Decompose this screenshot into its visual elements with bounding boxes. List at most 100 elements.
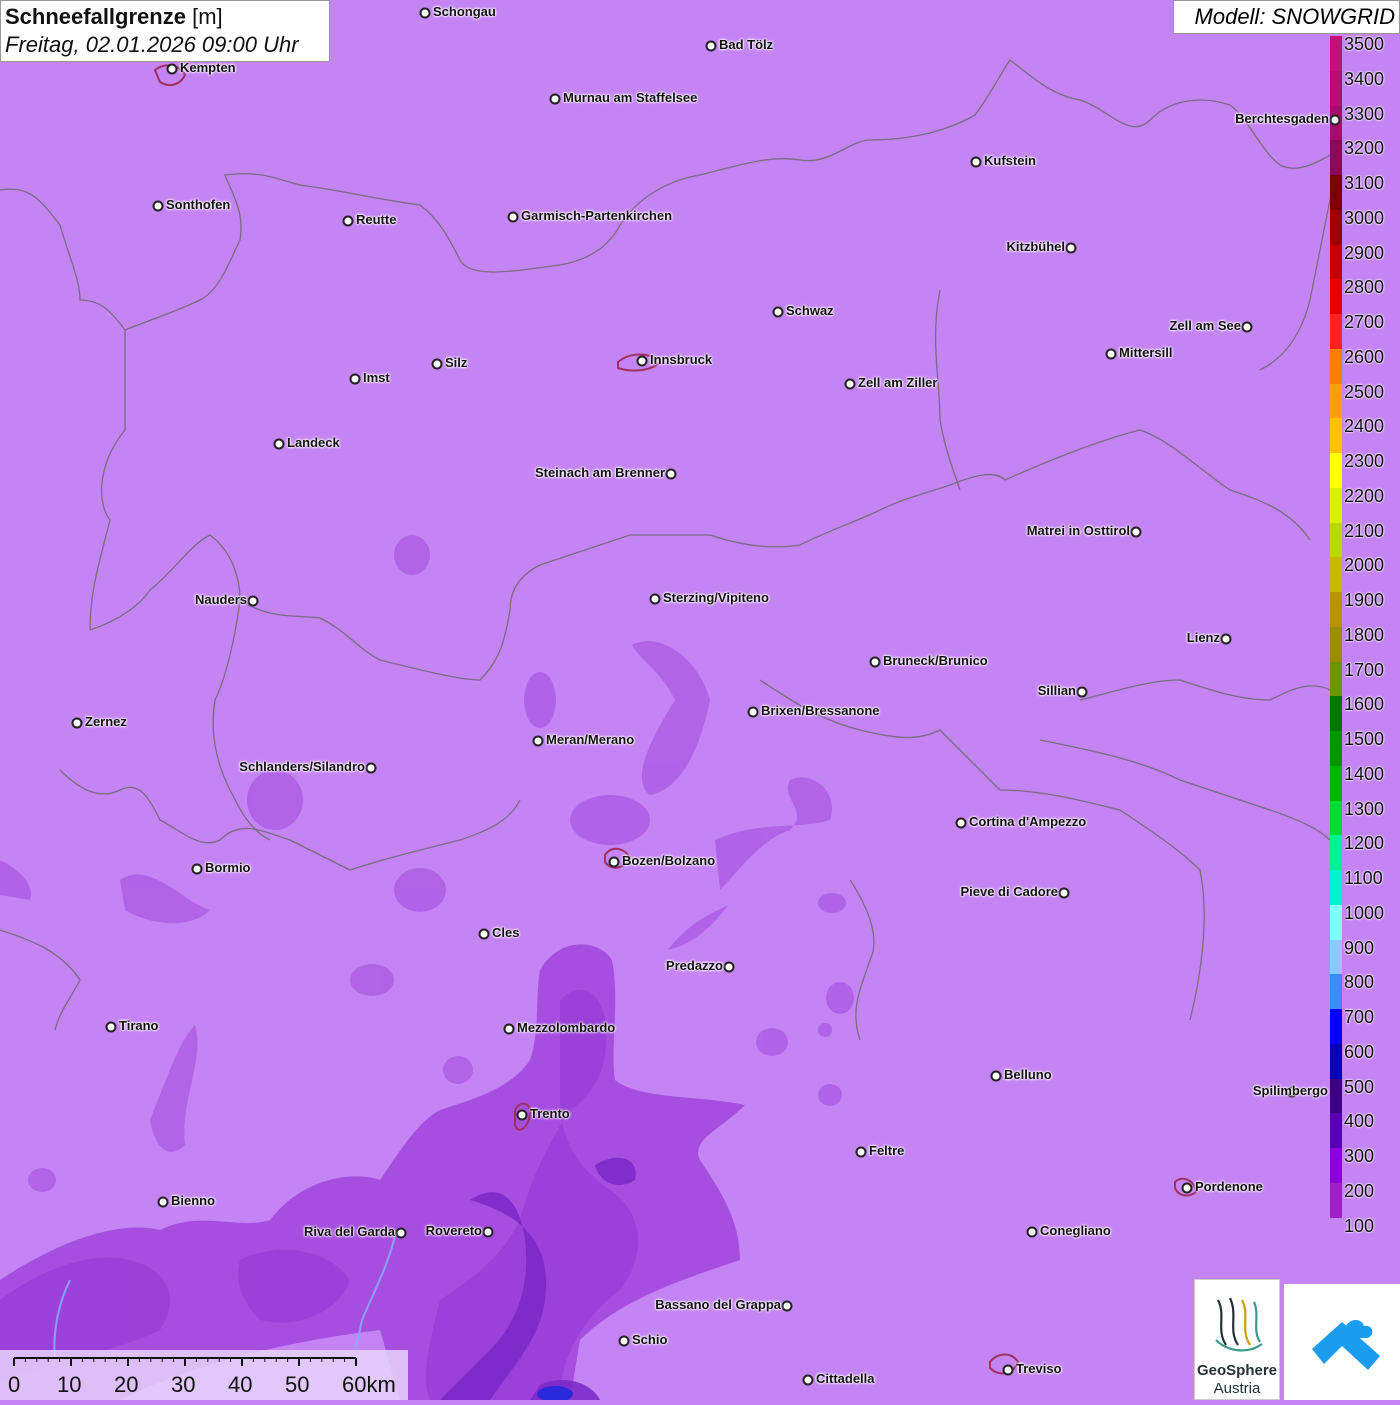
city-marker-reutte [342, 215, 354, 227]
city-marker-trento [516, 1109, 528, 1121]
legend-label: 3100 [1344, 173, 1385, 193]
city-label-cles: Cles [492, 925, 520, 940]
legend-swatch [1330, 974, 1342, 1010]
map-datetime: Freitag, 02.01.2026 09:00 Uhr [5, 32, 299, 57]
legend-swatch [1330, 870, 1342, 906]
city-label-zell-am-see: Zell am See [1169, 318, 1241, 333]
city-label-reutte: Reutte [356, 212, 397, 227]
city-marker-zernez [71, 717, 83, 729]
scale-label: 50 [285, 1372, 310, 1397]
city-marker-kempten [166, 63, 178, 75]
city-label-sterzing-vipiteno: Sterzing/Vipiteno [663, 590, 769, 605]
city-marker-cortina-d-ampezzo [955, 817, 967, 829]
legend-label: 2500 [1344, 381, 1385, 402]
title-text: Schneefallgrenze [5, 4, 186, 29]
legend-swatch [1330, 592, 1342, 628]
city-label-zernez: Zernez [85, 714, 127, 729]
legend-swatch [1330, 453, 1342, 489]
city-label-trento: Trento [530, 1106, 570, 1121]
legend-label: 1000 [1344, 902, 1385, 923]
city-label-garmisch-partenkirchen: Garmisch-Partenkirchen [521, 208, 673, 223]
legend-swatch [1330, 626, 1342, 663]
city-marker-silz [431, 358, 443, 370]
legend-swatch [1330, 731, 1342, 767]
legend-label: 100 [1344, 1215, 1375, 1236]
legend-swatch [1330, 140, 1342, 176]
legend-label: 800 [1344, 972, 1375, 993]
legend-label: 1900 [1344, 590, 1385, 610]
city-label-sillian: Sillian [1037, 683, 1076, 698]
city-label-bienno: Bienno [171, 1193, 216, 1208]
geosphere-emblem-icon [1215, 1297, 1263, 1352]
city-marker-predazzo [723, 961, 735, 973]
legend-label: 3200 [1344, 138, 1385, 159]
legend-label: 3400 [1344, 68, 1385, 89]
legend-label: 200 [1344, 1180, 1375, 1201]
city-marker-schwaz [772, 306, 784, 318]
city-label-innsbruck: Innsbruck [650, 352, 713, 367]
scale-label: 20 [114, 1372, 139, 1397]
legend-swatch [1330, 800, 1342, 837]
city-marker-murnau-am-staffelsee [549, 93, 561, 105]
city-marker-meran-merano [532, 735, 544, 747]
city-label-landeck: Landeck [287, 435, 340, 450]
legend-label: 700 [1344, 1007, 1375, 1027]
city-label-bad-t-lz: Bad Tölz [719, 37, 774, 52]
title-unit: [m] [192, 4, 223, 29]
city-label-schlanders-silandro: Schlanders/Silandro [239, 759, 365, 774]
city-label-conegliano: Conegliano [1040, 1223, 1111, 1238]
city-marker-riva-del-garda [395, 1227, 407, 1239]
city-label-steinach-am-brenner: Steinach am Brenner [534, 465, 665, 480]
city-marker-bienno [157, 1196, 169, 1208]
geosphere-name: GeoSphere [1196, 1362, 1278, 1379]
city-label-bassano-del-grappa: Bassano del Grappa [655, 1297, 781, 1312]
city-marker-tirano [105, 1021, 117, 1033]
city-label-mittersill: Mittersill [1119, 345, 1173, 360]
city-label-berchtesgaden: Berchtesgaden [1235, 111, 1329, 126]
legend-swatch [1330, 348, 1342, 385]
city-label-tirano: Tirano [119, 1018, 159, 1033]
legend-label: 2300 [1344, 451, 1385, 471]
legend-swatch [1330, 36, 1342, 72]
city-marker-zell-am-see [1241, 321, 1253, 333]
city-marker-schio [618, 1335, 630, 1347]
city-marker-bormio [191, 863, 203, 875]
legend-label: 2800 [1344, 277, 1385, 298]
legend-label: 1700 [1344, 659, 1385, 680]
city-marker-brixen-bressanone [747, 706, 759, 718]
legend-swatch [1330, 487, 1342, 524]
legend-swatch [1330, 1009, 1342, 1045]
city-label-schongau: Schongau [433, 4, 496, 19]
city-label-kufstein: Kufstein [984, 153, 1036, 168]
city-label-bozen-bolzano: Bozen/Bolzano [622, 853, 716, 868]
legend-swatch [1330, 904, 1342, 941]
legend-label: 1500 [1344, 729, 1385, 749]
scale-label: 10 [57, 1372, 82, 1397]
legend-swatch [1330, 522, 1342, 559]
city-label-nauders: Nauders [194, 592, 247, 607]
legend-swatch [1330, 1113, 1342, 1149]
legend-label: 2700 [1344, 312, 1385, 332]
legend-label: 2200 [1344, 485, 1385, 506]
city-label-silz: Silz [445, 355, 468, 370]
city-marker-nauders [247, 595, 259, 607]
city-marker-treviso [1002, 1364, 1014, 1376]
legend-label: 1800 [1344, 624, 1385, 645]
legend-label: 1100 [1344, 868, 1383, 888]
map-title: Schneefallgrenze [m] [5, 3, 325, 31]
legend-swatch [1330, 209, 1342, 246]
legend-label: 3300 [1344, 103, 1385, 124]
city-marker-zell-am-ziller [844, 378, 856, 390]
city-marker-schlanders-silandro [365, 762, 377, 774]
legend-swatch [1330, 1217, 1342, 1254]
city-marker-lienz [1220, 633, 1232, 645]
city-marker-sterzing-vipiteno [649, 593, 661, 605]
city-marker-conegliano [1026, 1226, 1038, 1238]
city-label-murnau-am-staffelsee: Murnau am Staffelsee [563, 90, 698, 105]
legend-label: 3500 [1344, 34, 1385, 54]
city-label-kempten: Kempten [180, 60, 236, 75]
city-marker-belluno [990, 1070, 1002, 1082]
city-label-sonthofen: Sonthofen [166, 197, 231, 212]
legend-swatch [1330, 1148, 1342, 1184]
legend-swatch [1330, 765, 1342, 802]
